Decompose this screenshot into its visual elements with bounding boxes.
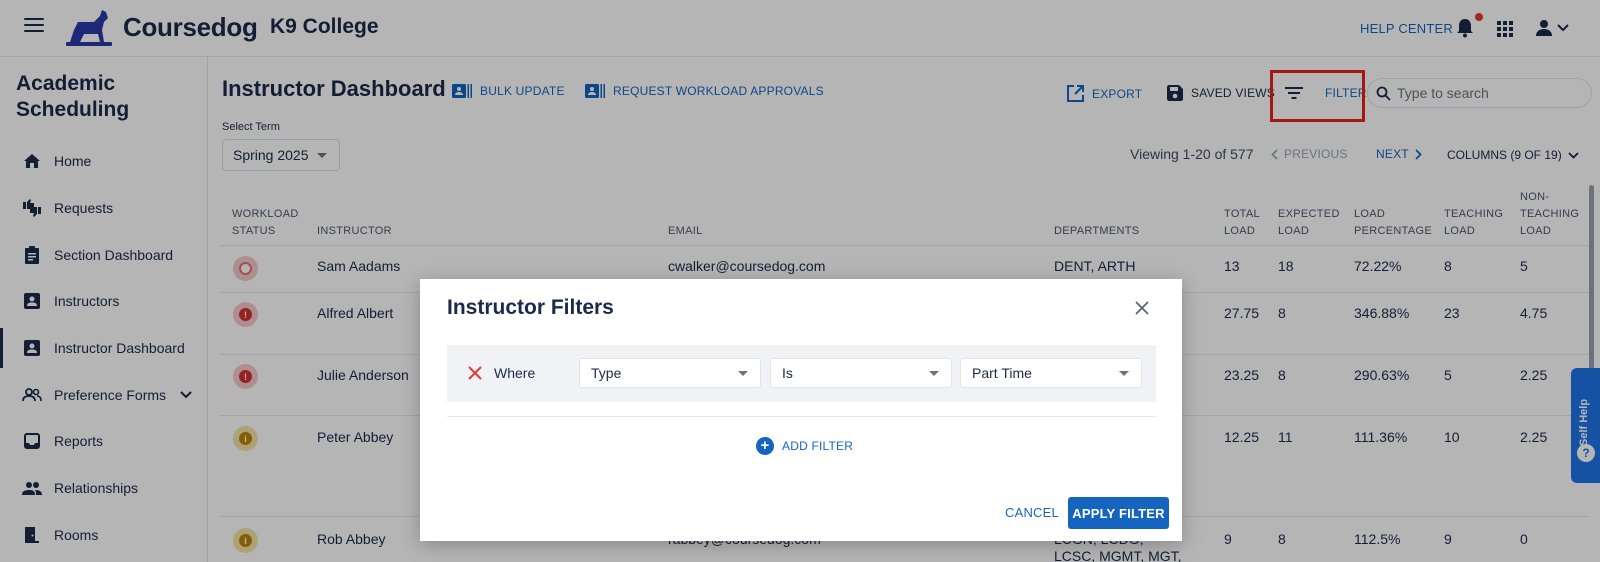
filter-operator-value: Is [782,365,793,381]
close-icon[interactable] [1134,300,1150,316]
add-circle-icon: + [756,437,774,455]
add-filter-label: ADD FILTER [782,439,854,453]
filter-condition-row: Where Type Is Part Time [447,345,1156,402]
filter-field-select[interactable]: Type [579,358,761,388]
remove-filter-icon[interactable] [468,366,482,380]
instructor-filters-dialog: Instructor Filters Where Type Is Part Ti… [420,279,1182,541]
dialog-title: Instructor Filters [447,296,614,319]
caret-down-icon [929,371,939,376]
filter-field-value: Type [591,365,622,381]
where-label: Where [494,365,536,381]
cancel-button[interactable]: CANCEL [1005,505,1059,520]
caret-down-icon [1119,371,1129,376]
apply-filter-button[interactable]: APPLY FILTER [1068,497,1169,529]
filter-value-select[interactable]: Part Time [960,358,1142,388]
filter-value-value: Part Time [972,365,1032,381]
divider [447,416,1156,417]
add-filter-button[interactable]: + ADD FILTER [756,437,853,455]
filter-operator-select[interactable]: Is [770,358,952,388]
caret-down-icon [738,371,748,376]
